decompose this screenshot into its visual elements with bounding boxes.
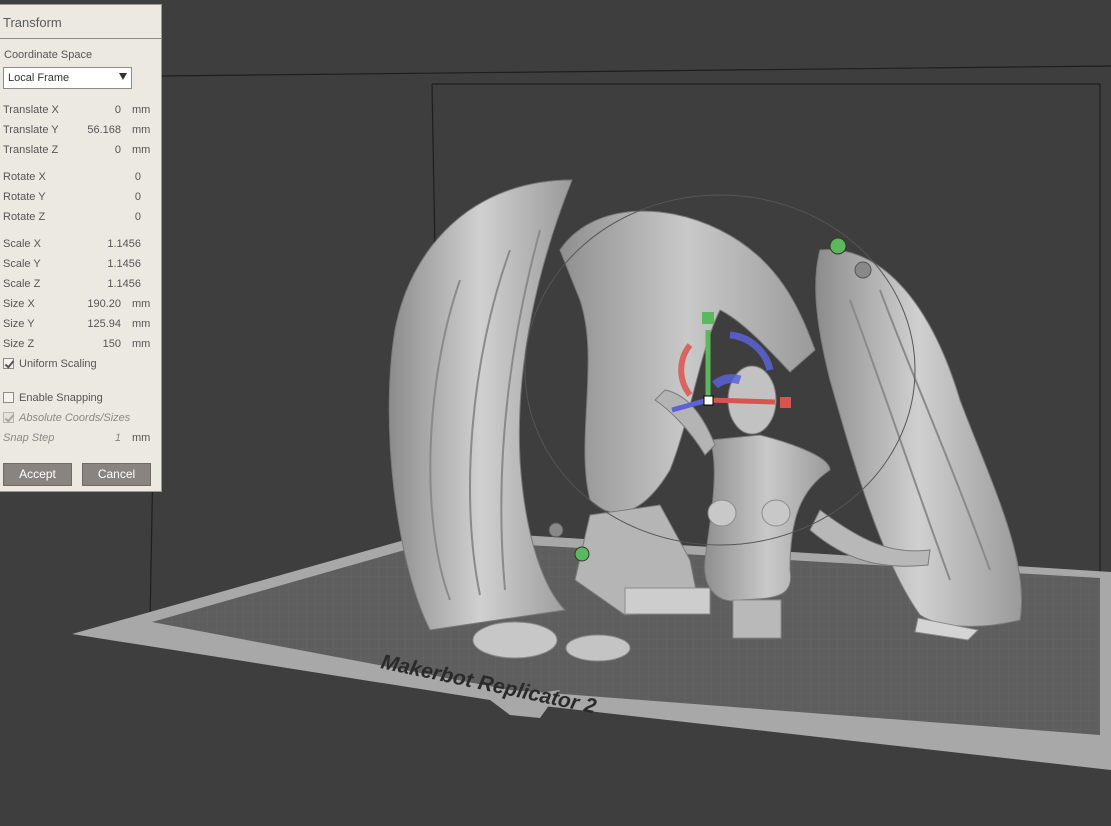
snap-step-unit: mm <box>132 432 151 444</box>
size-x-unit: mm <box>132 298 151 310</box>
checkbox-icon[interactable] <box>3 358 15 369</box>
enable-snapping-checkbox[interactable]: Enable Snapping <box>3 392 153 406</box>
scale-z-row[interactable]: Scale Z 1.1456 <box>3 278 153 292</box>
chevron-down-icon <box>119 73 127 80</box>
snap-step-row[interactable]: Snap Step 1 mm <box>3 432 153 446</box>
3d-viewport[interactable]: Makerbot Replicator 2 <box>0 0 1111 826</box>
translate-y-value[interactable]: 56.168 <box>87 124 121 136</box>
rotate-y-value[interactable]: 0 <box>135 191 141 203</box>
coordinate-space-label: Coordinate Space <box>4 49 93 61</box>
uniform-scaling-checkbox[interactable]: Uniform Scaling <box>3 358 153 372</box>
rotate-z-row[interactable]: Rotate Z 0 <box>3 211 153 225</box>
scale-x-row[interactable]: Scale X 1.1456 <box>3 238 153 252</box>
enable-snapping-label: Enable Snapping <box>19 392 103 404</box>
scale-z-label: Scale Z <box>3 278 41 290</box>
size-y-row[interactable]: Size Y 125.94 mm <box>3 318 153 332</box>
panel-title: Transform <box>3 15 62 30</box>
coordinate-space-select[interactable]: Local Frame <box>3 67 132 89</box>
size-z-unit: mm <box>132 338 151 350</box>
size-y-label: Size Y <box>3 318 35 330</box>
size-y-value[interactable]: 125.94 <box>87 318 121 330</box>
rotate-y-row[interactable]: Rotate Y 0 <box>3 191 153 205</box>
size-z-label: Size Z <box>3 338 35 350</box>
size-y-unit: mm <box>132 318 151 330</box>
rotate-z-label: Rotate Z <box>3 211 46 223</box>
snap-step-value[interactable]: 1 <box>115 432 121 444</box>
size-x-value[interactable]: 190.20 <box>87 298 121 310</box>
coordinate-space-value: Local Frame <box>8 72 70 84</box>
uniform-scaling-label: Uniform Scaling <box>19 358 97 370</box>
translate-y-label: Translate Y <box>3 124 59 136</box>
scale-y-value[interactable]: 1.1456 <box>107 258 141 270</box>
scale-x-label: Scale X <box>3 238 41 250</box>
scale-z-value[interactable]: 1.1456 <box>107 278 141 290</box>
translate-z-unit: mm <box>132 144 151 156</box>
rotate-x-label: Rotate X <box>3 171 46 183</box>
snap-step-label: Snap Step <box>3 432 55 444</box>
scale-y-row[interactable]: Scale Y 1.1456 <box>3 258 153 272</box>
translate-z-row[interactable]: Translate Z 0 mm <box>3 144 153 158</box>
translate-y-row[interactable]: Translate Y 56.168 mm <box>3 124 153 138</box>
size-z-value[interactable]: 150 <box>103 338 121 350</box>
absolute-coords-checkbox[interactable]: Absolute Coords/Sizes <box>3 412 153 426</box>
checkbox-icon[interactable] <box>3 412 15 423</box>
size-x-row[interactable]: Size X 190.20 mm <box>3 298 153 312</box>
size-x-label: Size X <box>3 298 35 310</box>
title-divider <box>0 38 161 39</box>
translate-y-unit: mm <box>132 124 151 136</box>
rotate-x-value[interactable]: 0 <box>135 171 141 183</box>
scale-x-value[interactable]: 1.1456 <box>107 238 141 250</box>
size-z-row[interactable]: Size Z 150 mm <box>3 338 153 352</box>
translate-x-unit: mm <box>132 104 151 116</box>
scale-y-label: Scale Y <box>3 258 41 270</box>
translate-z-label: Translate Z <box>3 144 59 156</box>
transform-panel: Transform Coordinate Space Local Frame T… <box>0 4 162 492</box>
absolute-coords-label: Absolute Coords/Sizes <box>19 412 131 424</box>
translate-z-value[interactable]: 0 <box>115 144 121 156</box>
translate-x-label: Translate X <box>3 104 59 116</box>
rotate-x-row[interactable]: Rotate X 0 <box>3 171 153 185</box>
cancel-button[interactable]: Cancel <box>82 463 151 486</box>
accept-button[interactable]: Accept <box>3 463 72 486</box>
translate-x-row[interactable]: Translate X 0 mm <box>3 104 153 118</box>
rotate-z-value[interactable]: 0 <box>135 211 141 223</box>
checkbox-icon[interactable] <box>3 392 14 403</box>
rotate-y-label: Rotate Y <box>3 191 46 203</box>
translate-x-value[interactable]: 0 <box>115 104 121 116</box>
